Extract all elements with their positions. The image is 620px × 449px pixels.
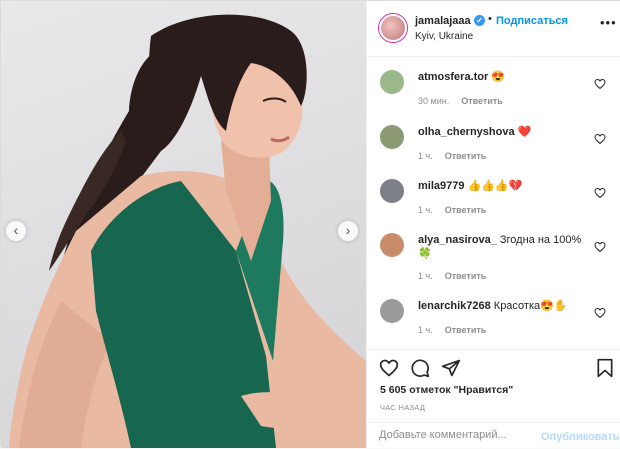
comment-text: ❤️	[517, 126, 532, 138]
comment-text: 👍👍👍💔	[467, 180, 523, 192]
post-side-panel: jamalajaaa ✓ • Подписаться Kyiv, Ukraine…	[366, 1, 620, 448]
commenter-avatar[interactable]	[380, 125, 404, 149]
chevron-left-icon: ‹	[13, 222, 19, 238]
add-comment-bar: Опубликовать	[367, 422, 620, 449]
bookmark-icon[interactable]	[595, 358, 615, 378]
heart-icon[interactable]	[594, 133, 606, 145]
comment-time[interactable]: 1 ч.	[418, 151, 433, 161]
reply-button[interactable]: Ответить	[445, 325, 487, 335]
comment-text: 😍	[491, 71, 505, 83]
comment-time[interactable]: 1 ч.	[418, 325, 433, 335]
reply-button[interactable]: Ответить	[445, 151, 487, 161]
comment-text: Красотка😍✋	[493, 300, 568, 312]
comment-time[interactable]: 1 ч.	[418, 205, 433, 215]
post-photo[interactable]: ‹ ›	[1, 1, 366, 448]
more-options-icon[interactable]: •••	[600, 15, 617, 30]
commenter-username[interactable]: atmosfera.tor	[418, 71, 488, 83]
post-actions: 5 605 отметок "Нравится" час назад Опубл…	[367, 349, 620, 448]
author-avatar[interactable]	[379, 14, 407, 42]
heart-icon[interactable]	[594, 187, 606, 199]
comment-time[interactable]: 1 ч.	[418, 271, 433, 281]
comments-list[interactable]: atmosfera.tor 😍 30 мин. Ответить olha_cher…	[367, 58, 620, 348]
heart-icon[interactable]	[594, 241, 606, 253]
share-icon[interactable]	[441, 358, 461, 378]
commenter-avatar[interactable]	[380, 179, 404, 203]
commenter-username[interactable]: mila9779	[418, 180, 464, 192]
portrait-illustration	[9, 14, 366, 448]
publish-button[interactable]: Опубликовать	[541, 431, 620, 443]
heart-icon[interactable]	[594, 307, 606, 319]
comment-time[interactable]: 30 мин.	[418, 96, 449, 106]
post-location[interactable]: Kyiv, Ukraine	[415, 31, 473, 42]
commenter-username[interactable]: olha_chernyshova	[418, 126, 515, 138]
post-header: jamalajaaa ✓ • Подписаться Kyiv, Ukraine…	[367, 1, 620, 57]
verified-badge-icon: ✓	[474, 15, 485, 26]
commenter-username[interactable]: alya_nasirova_	[418, 234, 497, 246]
commenter-avatar[interactable]	[380, 233, 404, 257]
comment-input[interactable]	[379, 429, 529, 441]
follow-button[interactable]: Подписаться	[496, 15, 568, 27]
heart-icon[interactable]	[379, 358, 399, 378]
comment-icon[interactable]	[410, 358, 430, 378]
reply-button[interactable]: Ответить	[461, 96, 503, 106]
commenter-avatar[interactable]	[380, 299, 404, 323]
author-username[interactable]: jamalajaaa	[415, 15, 471, 27]
post-dialog: ‹ › jamalajaaa ✓ • Подписаться Kyiv, Ukr…	[0, 0, 620, 448]
reply-button[interactable]: Ответить	[445, 271, 487, 281]
chevron-right-icon: ›	[345, 222, 351, 238]
next-photo-button[interactable]: ›	[338, 221, 358, 241]
previous-photo-button[interactable]: ‹	[6, 221, 26, 241]
commenter-avatar[interactable]	[380, 70, 404, 94]
likes-count[interactable]: 5 605 отметок "Нравится"	[380, 384, 513, 396]
heart-icon[interactable]	[594, 78, 606, 90]
header-separator: •	[488, 13, 492, 25]
commenter-username[interactable]: lenarchik7268	[418, 300, 491, 312]
post-time[interactable]: час назад	[380, 403, 425, 412]
reply-button[interactable]: Ответить	[445, 205, 487, 215]
